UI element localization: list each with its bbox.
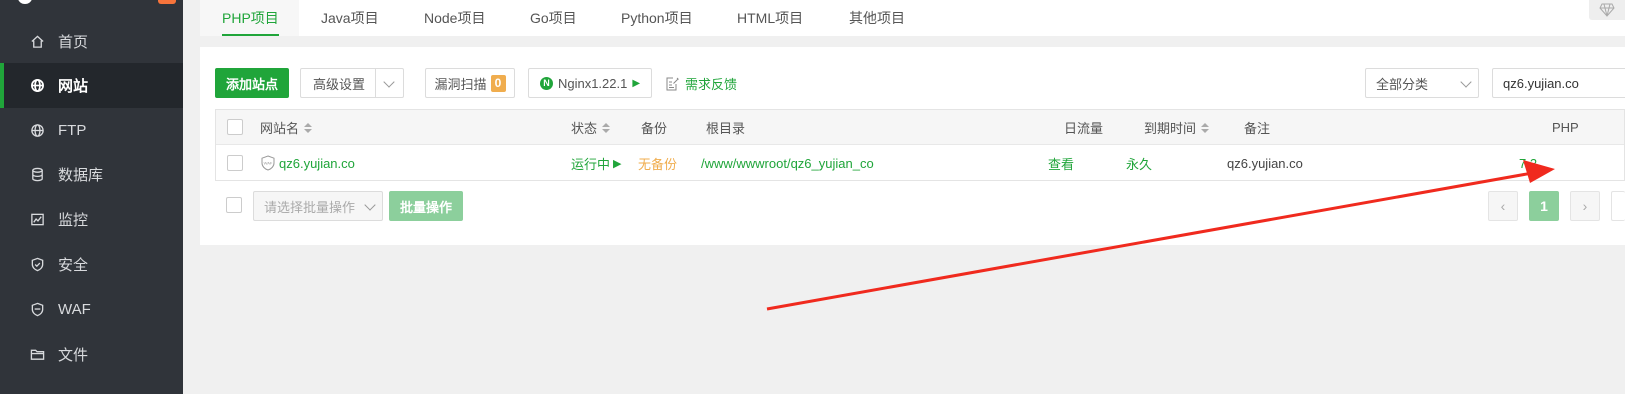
batch-action-button[interactable]: 批量操作 (389, 191, 463, 221)
folder-icon (29, 347, 45, 363)
header-site-name[interactable]: 网站名 (260, 110, 313, 145)
home-icon (29, 34, 45, 50)
table-header: 网站名 状态 备份 根目录 日流量 到期时间 备注 PHP (216, 110, 1624, 145)
traffic-view-link[interactable]: 查看 (1048, 145, 1074, 181)
sidebar-item-waf[interactable]: WAF (0, 287, 183, 332)
status-cell[interactable]: 运行中 ▶ (571, 145, 621, 181)
header-traffic: 日流量 (1064, 121, 1104, 136)
vuln-scan-button[interactable]: 漏洞扫描 0 (425, 68, 515, 98)
sidebar-item-label: 文件 (58, 347, 89, 364)
sidebar: 首页 网站 FTP 数据库 监控 安全 WAF 文件 (0, 0, 183, 394)
advanced-settings-dropdown[interactable]: 高级设置 (300, 68, 404, 98)
chevron-down-icon (383, 76, 395, 88)
chevron-down-icon (1460, 76, 1472, 88)
edit-doc-icon (666, 77, 679, 90)
sidebar-item-label: WAF (58, 301, 91, 318)
vuln-count-badge: 0 (490, 74, 506, 92)
page-1-button[interactable]: 1 (1529, 191, 1559, 221)
nginx-button[interactable]: N Nginx1.22.1 ▶ (528, 68, 652, 98)
sort-icon (1201, 122, 1210, 133)
logo-icon (18, 0, 32, 4)
tab-java[interactable]: Java项目 (321, 0, 379, 36)
ftp-globe-icon (29, 123, 45, 139)
svg-text:WAF: WAF (264, 161, 273, 166)
project-tabs: PHP项目 Java项目 Node项目 Go项目 Python项目 HTML项目… (200, 0, 1625, 36)
tab-html[interactable]: HTML项目 (737, 0, 803, 36)
sidebar-item-monitor[interactable]: 监控 (0, 197, 183, 242)
play-icon: ▶ (632, 77, 641, 89)
header-expire[interactable]: 到期时间 (1144, 110, 1210, 145)
feedback-link[interactable]: 需求反馈 (666, 74, 737, 93)
header-root: 根目录 (706, 121, 746, 136)
header-note: 备注 (1244, 121, 1271, 136)
site-name-link[interactable]: qz6.yujian.co (279, 156, 355, 171)
play-icon: ▶ (613, 157, 622, 170)
site-name-cell[interactable]: WAF qz6.yujian.co (260, 145, 355, 181)
category-select[interactable]: 全部分类 (1365, 68, 1479, 98)
monitor-icon (29, 212, 45, 228)
tab-other[interactable]: 其他项目 (849, 0, 905, 36)
batch-select-checkbox[interactable] (226, 197, 242, 213)
add-site-button[interactable]: 添加站点 (215, 68, 289, 98)
nginx-icon: N (539, 76, 553, 90)
php-version-link[interactable]: 7.2 (1519, 145, 1537, 181)
tab-underline (222, 34, 279, 36)
tab-go[interactable]: Go项目 (530, 0, 577, 36)
sidebar-item-files[interactable]: 文件 (0, 332, 183, 377)
select-all-checkbox[interactable] (227, 119, 243, 135)
shield-icon (29, 257, 45, 273)
database-icon (29, 167, 45, 183)
sidebar-item-security[interactable]: 安全 (0, 242, 183, 287)
sidebar-item-label: 网站 (58, 78, 89, 95)
prev-page-button[interactable]: ‹ (1488, 191, 1518, 221)
sidebar-item-label: 数据库 (58, 167, 104, 184)
batch-action-select[interactable]: 请选择批量操作 (253, 191, 383, 221)
header-php: PHP (1552, 120, 1579, 135)
tab-python[interactable]: Python项目 (621, 0, 693, 36)
expire-cell[interactable]: 永久 (1126, 145, 1152, 181)
site-table: 网站名 状态 备份 根目录 日流量 到期时间 备注 PHP WAF qz6.yu… (215, 109, 1625, 181)
backup-cell[interactable]: 无备份 (638, 145, 677, 181)
sidebar-item-ftp[interactable]: FTP (0, 108, 183, 153)
row-checkbox[interactable] (227, 155, 243, 171)
chevron-down-icon (364, 199, 376, 211)
sort-icon (602, 122, 611, 133)
sidebar-item-label: 首页 (58, 34, 89, 51)
site-panel: 添加站点 高级设置 漏洞扫描 0 N Nginx1.22.1 ▶ 需求反馈 全部… (200, 47, 1625, 245)
notification-badge[interactable] (158, 0, 176, 4)
next-page-button[interactable]: › (1570, 191, 1600, 221)
sidebar-item-database[interactable]: 数据库 (0, 152, 183, 197)
globe-icon (29, 78, 45, 94)
tab-php[interactable]: PHP项目 (222, 0, 279, 36)
sidebar-item-label: 监控 (58, 212, 89, 229)
sidebar-item-label: FTP (58, 122, 87, 139)
sidebar-item-home[interactable]: 首页 (0, 19, 183, 64)
waf-shield-icon: WAF (261, 155, 275, 171)
diamond-icon[interactable] (1589, 0, 1625, 20)
waf-shield-icon (29, 302, 45, 318)
sort-icon (304, 122, 313, 133)
sidebar-item-label: 安全 (58, 257, 89, 274)
tab-node[interactable]: Node项目 (424, 0, 485, 36)
header-status[interactable]: 状态 (571, 110, 611, 145)
sidebar-item-website[interactable]: 网站 (0, 63, 183, 108)
header-backup: 备份 (641, 121, 668, 136)
root-dir-link[interactable]: /www/wwwroot/qz6_yujian_co (701, 145, 874, 181)
page-size-select[interactable] (1611, 191, 1625, 221)
search-input[interactable] (1492, 68, 1625, 98)
note-cell[interactable]: qz6.yujian.co (1227, 145, 1303, 181)
